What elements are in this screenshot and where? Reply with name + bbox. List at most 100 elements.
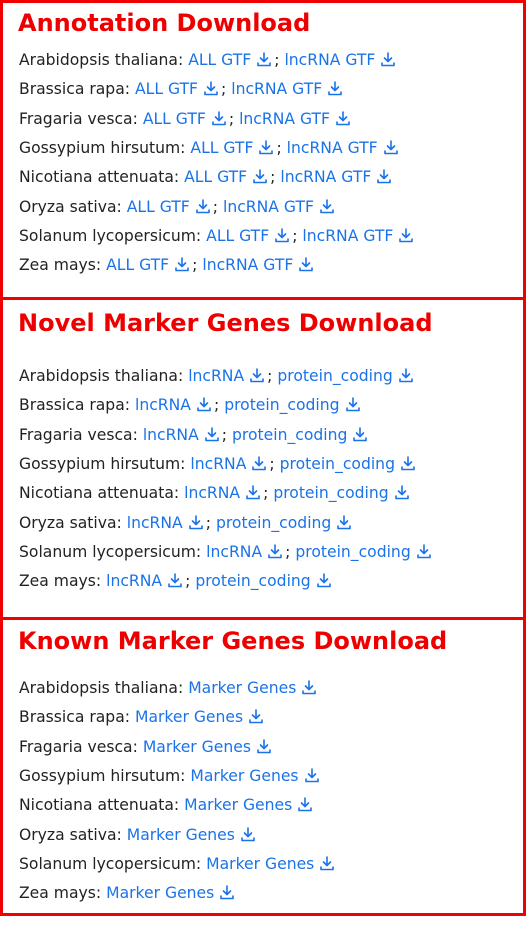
download-link[interactable]: protein_coding [295, 543, 410, 561]
download-icon[interactable] [319, 855, 335, 871]
download-icon[interactable] [398, 227, 414, 243]
download-icon[interactable] [345, 396, 361, 412]
species-label: Oryza sativa: [19, 826, 122, 844]
download-link[interactable]: protein_coding [273, 484, 388, 502]
download-icon[interactable] [203, 80, 219, 96]
download-icon[interactable] [211, 110, 227, 126]
download-link[interactable]: lncRNA [106, 572, 162, 590]
download-icon[interactable] [188, 514, 204, 530]
download-icon[interactable] [297, 796, 313, 812]
download-link[interactable]: protein_coding [195, 572, 310, 590]
download-link[interactable]: Marker Genes [190, 767, 298, 785]
download-link[interactable]: lncRNA GTF [284, 51, 375, 69]
download-icon[interactable] [251, 455, 267, 471]
download-link[interactable]: lncRNA GTF [202, 256, 293, 274]
download-link[interactable]: Marker Genes [184, 796, 292, 814]
download-icon[interactable] [196, 396, 212, 412]
download-icon[interactable] [301, 679, 317, 695]
download-icon[interactable] [319, 198, 335, 214]
download-icon[interactable] [400, 455, 416, 471]
download-icon[interactable] [249, 367, 265, 383]
download-link[interactable]: Marker Genes [127, 826, 235, 844]
species-row: Brassica rapa: lncRNA; protein_coding [19, 391, 363, 420]
download-icon[interactable] [380, 51, 396, 67]
download-link[interactable]: lncRNA [188, 367, 244, 385]
species-label: Brassica rapa: [19, 396, 131, 414]
download-link[interactable]: protein_coding [216, 514, 331, 532]
download-link[interactable]: lncRNA [127, 514, 183, 532]
species-label: Gossypium hirsutum: [19, 455, 186, 473]
download-link[interactable]: lncRNA GTF [223, 198, 314, 216]
download-link[interactable]: protein_coding [280, 455, 395, 473]
download-icon[interactable] [174, 256, 190, 272]
download-icon[interactable] [195, 198, 211, 214]
download-icon[interactable] [416, 543, 432, 559]
link-separator: ; [221, 80, 227, 98]
download-link[interactable]: Marker Genes [143, 738, 251, 756]
download-icon[interactable] [258, 139, 274, 155]
download-icon[interactable] [245, 484, 261, 500]
species-row: Arabidopsis thaliana: ALL GTF; lncRNA GT… [19, 46, 398, 75]
download-link[interactable]: Marker Genes [188, 679, 296, 697]
download-link[interactable]: Marker Genes [135, 708, 243, 726]
species-label: Solanum lycopersicum: [19, 227, 202, 245]
link-separator: ; [192, 256, 198, 274]
link-separator: ; [267, 367, 273, 385]
download-link[interactable]: ALL GTF [135, 80, 198, 98]
download-icon[interactable] [394, 484, 410, 500]
download-link[interactable]: lncRNA GTF [231, 80, 322, 98]
download-icon[interactable] [316, 572, 332, 588]
download-link[interactable]: ALL GTF [206, 227, 269, 245]
download-link[interactable]: ALL GTF [184, 168, 247, 186]
download-link[interactable]: lncRNA [190, 455, 246, 473]
download-link[interactable]: protein_coding [277, 367, 392, 385]
species-label: Solanum lycopersicum: [19, 855, 202, 873]
download-link[interactable]: Marker Genes [106, 884, 214, 902]
link-separator: ; [185, 572, 191, 590]
download-link[interactable]: ALL GTF [127, 198, 190, 216]
species-row: Solanum lycopersicum: Marker Genes [19, 850, 337, 879]
download-icon[interactable] [336, 514, 352, 530]
download-icon[interactable] [383, 139, 399, 155]
download-link[interactable]: lncRNA [135, 396, 191, 414]
download-icon[interactable] [252, 168, 268, 184]
download-icon[interactable] [240, 826, 256, 842]
download-link[interactable]: protein_coding [232, 426, 347, 444]
download-link[interactable]: ALL GTF [190, 139, 253, 157]
download-link[interactable]: lncRNA [184, 484, 240, 502]
download-icon[interactable] [352, 426, 368, 442]
species-label: Gossypium hirsutum: [19, 767, 186, 785]
download-icon[interactable] [327, 80, 343, 96]
download-link[interactable]: ALL GTF [143, 110, 206, 128]
download-icon[interactable] [274, 227, 290, 243]
download-icon[interactable] [304, 767, 320, 783]
download-link[interactable]: lncRNA GTF [287, 139, 378, 157]
download-icon[interactable] [204, 426, 220, 442]
download-icon[interactable] [167, 572, 183, 588]
download-link[interactable]: Marker Genes [206, 855, 314, 873]
download-icon[interactable] [256, 51, 272, 67]
download-link[interactable]: lncRNA [206, 543, 262, 561]
section-divider [0, 297, 526, 300]
download-link[interactable]: ALL GTF [106, 256, 169, 274]
download-link[interactable]: lncRNA GTF [280, 168, 371, 186]
download-link[interactable]: lncRNA [143, 426, 199, 444]
download-icon[interactable] [335, 110, 351, 126]
species-label: Nicotiana attenuata: [19, 168, 180, 186]
download-link[interactable]: protein_coding [224, 396, 339, 414]
species-label: Oryza sativa: [19, 514, 122, 532]
download-link[interactable]: ALL GTF [188, 51, 251, 69]
species-row: Fragaria vesca: Marker Genes [19, 733, 274, 762]
download-icon[interactable] [398, 367, 414, 383]
download-icon[interactable] [267, 543, 283, 559]
download-icon[interactable] [376, 168, 392, 184]
link-separator: ; [221, 426, 228, 444]
species-row: Arabidopsis thaliana: lncRNA; protein_co… [19, 362, 416, 391]
species-label: Nicotiana attenuata: [19, 796, 180, 814]
download-icon[interactable] [298, 256, 314, 272]
download-link[interactable]: lncRNA GTF [239, 110, 330, 128]
download-icon[interactable] [219, 884, 235, 900]
download-icon[interactable] [248, 708, 264, 724]
download-icon[interactable] [256, 738, 272, 754]
download-link[interactable]: lncRNA GTF [302, 227, 393, 245]
